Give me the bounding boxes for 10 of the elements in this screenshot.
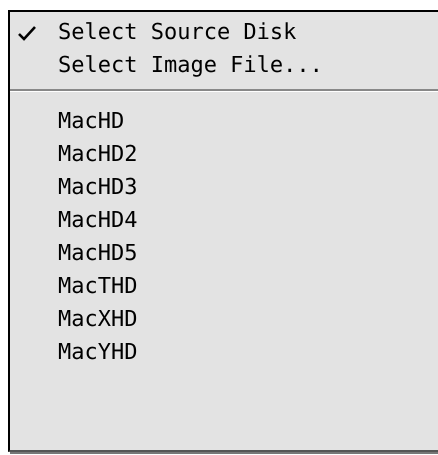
menu-item[interactable]: MacHD2	[10, 138, 438, 171]
menu-item[interactable]: MacHD5	[10, 237, 438, 270]
menu-item[interactable]: MacHD	[10, 105, 438, 138]
menu-item[interactable]: MacHD4	[10, 204, 438, 237]
menu-item[interactable]: Select Image File...	[10, 49, 438, 82]
menu-item[interactable]: Select Source Disk	[10, 16, 438, 49]
menu-item[interactable]: MacYHD	[10, 336, 438, 369]
menu-item[interactable]: MacXHD	[10, 303, 438, 336]
menu-item[interactable]: MacTHD	[10, 270, 438, 303]
menu-item[interactable]: MacHD3	[10, 171, 438, 204]
